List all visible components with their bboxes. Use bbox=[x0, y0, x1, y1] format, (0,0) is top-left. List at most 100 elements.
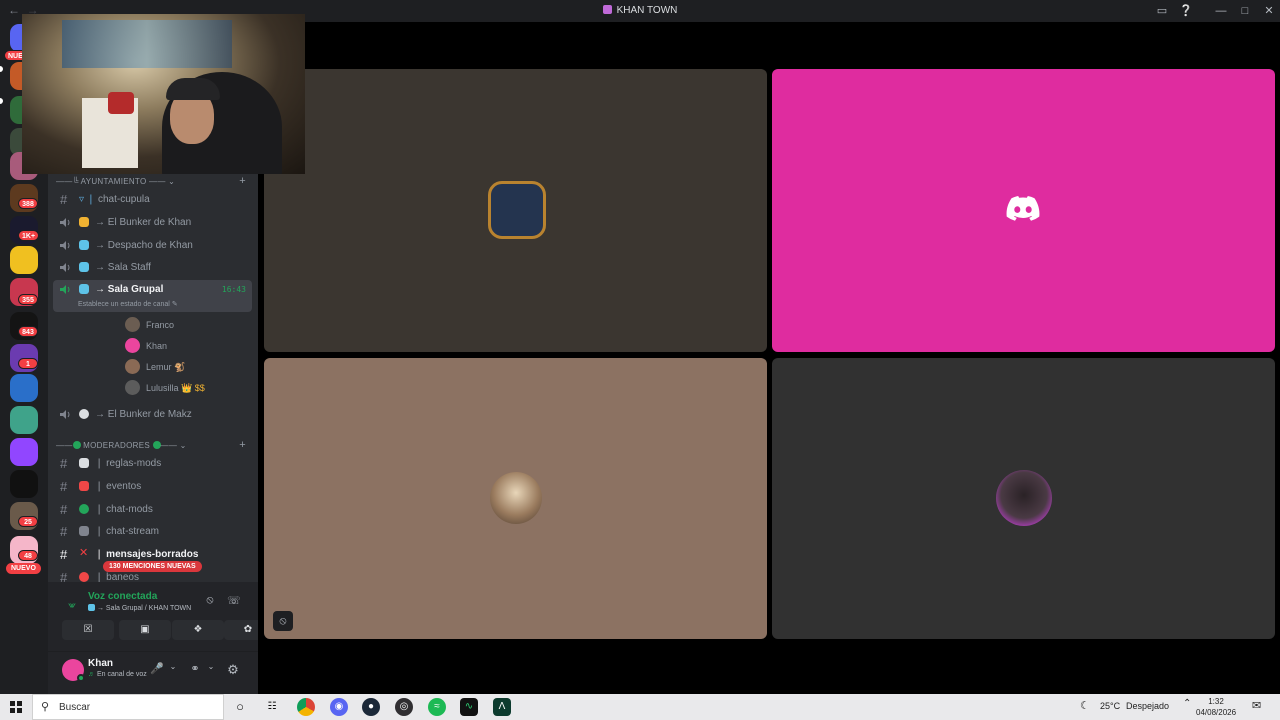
participant-avatar bbox=[488, 181, 546, 239]
close-button[interactable]: ✕ bbox=[1260, 3, 1278, 19]
channel-eventos[interactable]: # ❘ eventos bbox=[53, 477, 252, 497]
signal-icon[interactable]: ⩖ bbox=[68, 600, 76, 611]
screen-share-button[interactable]: ▣ bbox=[119, 620, 171, 640]
server-icon bbox=[602, 5, 612, 14]
channel-bunker-makz[interactable]: → El Bunker de Makz bbox=[53, 405, 252, 425]
chrome-icon[interactable] bbox=[297, 698, 315, 716]
chevron-up-icon[interactable]: ⌃ bbox=[1183, 698, 1191, 709]
add-channel-icon[interactable]: + bbox=[239, 175, 246, 187]
notifications-icon[interactable]: ✉ bbox=[1252, 699, 1261, 712]
monitor-app-icon[interactable]: ∿ bbox=[460, 698, 478, 716]
windows-start-icon[interactable] bbox=[10, 701, 22, 713]
diamond-emoji-icon bbox=[79, 240, 89, 250]
minimize-button[interactable]: — bbox=[1212, 3, 1230, 19]
voice-user-lemur[interactable]: Lemur 🐒 ⦸ bbox=[125, 358, 292, 376]
server-icon[interactable] bbox=[10, 406, 38, 434]
task-view-icon[interactable]: ☷ bbox=[263, 698, 281, 716]
server-icon[interactable] bbox=[10, 470, 38, 498]
channel-status-hint[interactable]: Establece un estado de canal ✎ bbox=[78, 300, 178, 308]
hash-icon: # bbox=[60, 479, 68, 494]
camera-emoji-icon bbox=[79, 526, 89, 536]
webcam-overlay bbox=[22, 14, 305, 174]
channel-reglas-mods[interactable]: # ❘ reglas-mods bbox=[53, 454, 252, 474]
wall-poster bbox=[62, 20, 232, 68]
channel-despacho-khan[interactable]: → Despacho de Khan bbox=[53, 236, 252, 256]
diamond-emoji-icon bbox=[79, 262, 89, 272]
mute-indicator-icon[interactable]: ⦸ bbox=[273, 611, 293, 631]
voice-status[interactable]: Voz conectada bbox=[88, 591, 157, 602]
voice-connection-panel: ⩖ Voz conectada → Sala Grupal / KHAN TOW… bbox=[48, 582, 272, 652]
hash-icon: # bbox=[60, 524, 68, 539]
unread-badge: 388 bbox=[18, 198, 38, 209]
add-channel-icon[interactable]: + bbox=[239, 439, 246, 451]
disconnect-icon[interactable]: ☏ bbox=[226, 594, 242, 610]
channel-chat-stream[interactable]: # ❘ chat-stream bbox=[53, 522, 252, 542]
hash-icon: # bbox=[60, 502, 68, 517]
avatar bbox=[125, 338, 140, 353]
username[interactable]: Khan bbox=[88, 658, 113, 669]
hash-icon: # bbox=[60, 456, 68, 471]
unread-pip bbox=[0, 66, 3, 72]
chevron-down-icon[interactable]: ⌄ bbox=[204, 662, 218, 676]
online-status-dot bbox=[77, 674, 85, 682]
steam-icon[interactable]: ● bbox=[362, 698, 380, 716]
noise-suppression-icon[interactable]: ⦸ bbox=[202, 594, 218, 610]
weather-condition[interactable]: Despejado bbox=[1126, 701, 1169, 711]
voice-location: → Sala Grupal / KHAN TOWN bbox=[96, 605, 192, 612]
calendar-emoji-icon bbox=[79, 481, 89, 491]
maximize-button[interactable]: □ bbox=[1236, 3, 1254, 19]
server-icon[interactable] bbox=[10, 374, 38, 402]
discord-icon[interactable]: ◉ bbox=[330, 698, 348, 716]
crown-emoji-icon bbox=[79, 217, 89, 227]
weather-temperature[interactable]: 25°C bbox=[1100, 701, 1120, 711]
app-icon[interactable]: Λ bbox=[493, 698, 511, 716]
speaker-icon bbox=[60, 218, 70, 227]
unread-badge: 1K+ bbox=[18, 230, 40, 241]
participant-avatar bbox=[490, 472, 542, 524]
unread-badge: 1 bbox=[18, 358, 38, 369]
camera-off-button[interactable]: ☒ bbox=[62, 620, 114, 640]
inbox-icon[interactable]: ▭ bbox=[1153, 3, 1171, 19]
video-tile[interactable] bbox=[772, 358, 1275, 639]
video-tile[interactable] bbox=[772, 69, 1275, 352]
search-icon: ⚲ bbox=[41, 701, 50, 713]
green-circle-emoji-icon bbox=[79, 504, 89, 514]
unread-pip bbox=[0, 98, 3, 104]
microphone-icon[interactable]: 🎤 bbox=[150, 662, 164, 676]
green-dot-icon bbox=[72, 441, 81, 449]
channel-sala-staff[interactable]: → Sala Staff bbox=[53, 258, 252, 278]
new-mentions-pill[interactable]: 130 MENCIONES NUEVAS bbox=[103, 561, 202, 572]
server-icon[interactable] bbox=[10, 246, 38, 274]
unread-badge: 355 bbox=[18, 294, 38, 305]
help-icon[interactable]: ❔ bbox=[1177, 3, 1195, 19]
speaker-icon bbox=[60, 263, 70, 272]
pencil-icon: ✎ bbox=[171, 301, 178, 308]
video-tile[interactable] bbox=[264, 358, 767, 639]
activities-button[interactable]: ❖ bbox=[172, 620, 224, 640]
category-header[interactable]: —— MODERADORES —— ⌄ + bbox=[56, 439, 252, 451]
settings-gear-icon[interactable]: ⚙ bbox=[226, 662, 240, 677]
new-pill[interactable]: NUEVO bbox=[6, 563, 41, 574]
discord-window: ← → KHAN TOWN ▭ ❔ — □ ✕ NUE 388 1K+ 355 … bbox=[0, 0, 1280, 720]
channel-chat-cupula[interactable]: # ▿ ❘ chat-cupula bbox=[53, 190, 252, 210]
unread-badge: 48 bbox=[18, 550, 38, 561]
taskbar-clock[interactable]: 1:32 04/08/2026 bbox=[1196, 696, 1236, 718]
obs-icon[interactable]: ◎ bbox=[395, 698, 413, 716]
unread-badge: 843 bbox=[18, 326, 38, 337]
video-tile[interactable] bbox=[264, 69, 767, 352]
discord-logo-icon bbox=[1006, 196, 1040, 221]
headphones-icon[interactable]: ⚭ bbox=[188, 662, 202, 676]
category-header[interactable]: ——╚ AYUNTAMIENTO —— ⌄ + bbox=[56, 175, 252, 187]
x-emoji-icon: ✕ bbox=[79, 547, 89, 559]
avatar bbox=[125, 359, 140, 374]
twitch-icon[interactable] bbox=[10, 438, 38, 466]
channel-bunker-khan[interactable]: → El Bunker de Khan bbox=[53, 213, 252, 233]
diamond-emoji-icon bbox=[79, 284, 89, 294]
channel-chat-mods[interactable]: # ❘ chat-mods bbox=[53, 500, 252, 520]
weather-moon-icon[interactable]: ☾ bbox=[1080, 699, 1090, 712]
speaker-icon bbox=[60, 241, 70, 250]
spotify-icon[interactable]: ≈ bbox=[428, 698, 446, 716]
cortana-icon[interactable]: ○ bbox=[231, 698, 249, 716]
taskbar-search[interactable]: ⚲ Buscar bbox=[32, 694, 224, 720]
chevron-down-icon[interactable]: ⌄ bbox=[166, 662, 180, 676]
